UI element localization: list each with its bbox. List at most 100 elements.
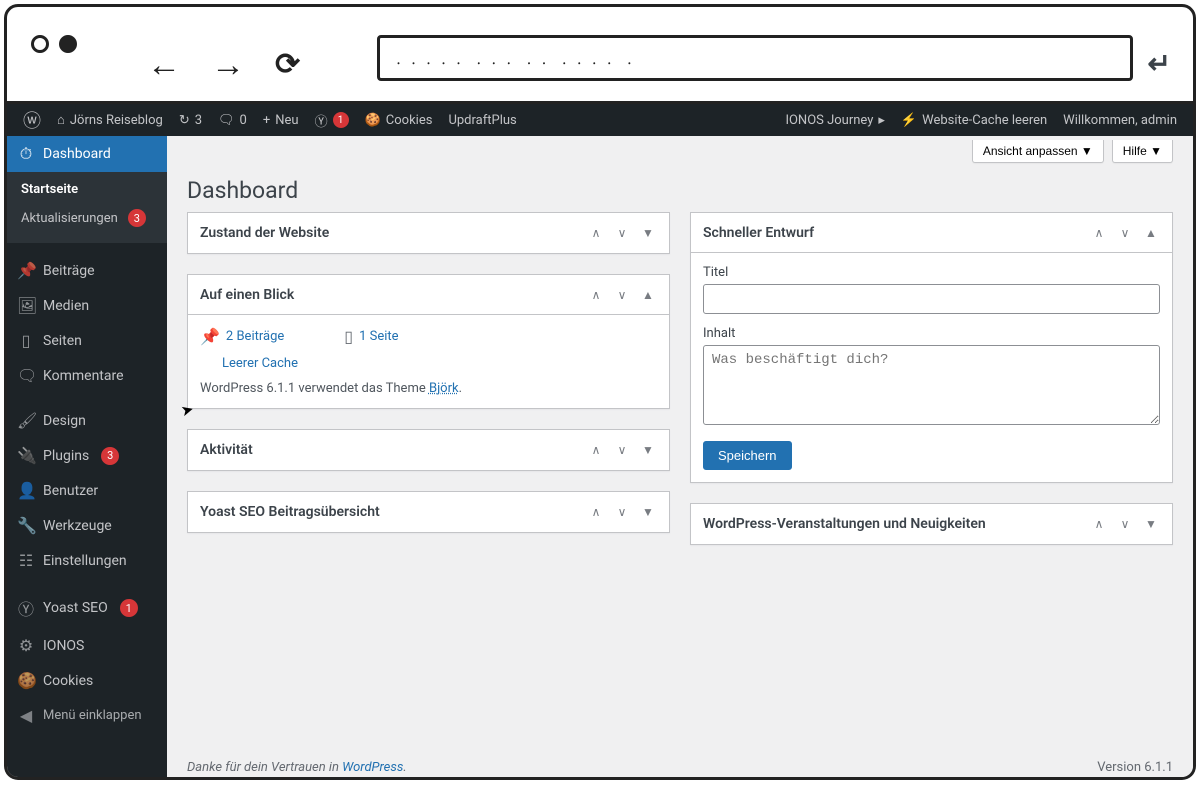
- sidebar-subitem-startseite[interactable]: Startseite: [7, 176, 167, 203]
- toggle-icon[interactable]: ▲: [639, 288, 657, 302]
- ionos-journey-link[interactable]: IONOS Journey ▸: [777, 104, 892, 136]
- back-arrow-icon[interactable]: ←: [147, 48, 181, 82]
- move-down-icon[interactable]: ∨: [1116, 226, 1134, 240]
- cache-clear-link[interactable]: ⚡ Website-Cache leeren: [893, 104, 1055, 136]
- sidebar-item-einstellungen[interactable]: ☷ Einstellungen: [7, 543, 167, 578]
- gear-icon: ⚙: [17, 636, 35, 655]
- brush-icon: 🖌: [17, 411, 35, 430]
- draft-content-textarea[interactable]: [703, 345, 1160, 425]
- media-icon: 🖼: [17, 296, 35, 315]
- move-up-icon[interactable]: ∧: [1090, 226, 1108, 240]
- url-bar[interactable]: ﹒﹒﹒﹒﹒ ﹒﹒﹒ ﹒﹒ ﹒﹒﹒﹒ ﹒: [377, 35, 1133, 81]
- updraft-label: UpdraftPlus: [448, 113, 516, 128]
- toggle-icon[interactable]: ▼: [639, 505, 657, 519]
- toggle-icon[interactable]: ▼: [639, 443, 657, 457]
- move-up-icon[interactable]: ∧: [587, 288, 605, 302]
- collapse-menu[interactable]: ◀ Menü einklappen: [7, 698, 167, 733]
- empty-cache-link[interactable]: Leerer Cache: [222, 356, 657, 371]
- updraft-adminbar[interactable]: UpdraftPlus: [440, 104, 524, 136]
- reload-icon[interactable]: ⟳: [275, 47, 300, 82]
- sidebar-item-dashboard[interactable]: ⏱ Dashboard: [7, 136, 167, 172]
- sidebar-item-cookies[interactable]: 🍪 Cookies: [7, 663, 167, 698]
- welcome-label: Willkommen, admin: [1063, 113, 1177, 128]
- comments-link[interactable]: 🗨 0: [210, 104, 255, 136]
- glance-pages-label: 1 Seite: [359, 329, 398, 344]
- sidebar-item-design[interactable]: 🖌 Design: [7, 403, 167, 438]
- sidebar-item-ionos[interactable]: ⚙ IONOS: [7, 628, 167, 663]
- sidebar-item-label: Beiträge: [43, 263, 95, 279]
- postbox-activity: Aktivität ∧ ∨ ▼: [187, 429, 670, 471]
- toggle-icon[interactable]: ▼: [639, 226, 657, 240]
- window-dot[interactable]: [59, 35, 77, 53]
- page-title: Dashboard: [187, 163, 1173, 212]
- enter-icon[interactable]: ↵: [1148, 47, 1171, 80]
- collapse-label: Menü einklappen: [43, 708, 142, 723]
- updates-link[interactable]: ↻ 3: [171, 104, 210, 136]
- sidebar-item-medien[interactable]: 🖼 Medien: [7, 288, 167, 323]
- toggle-icon[interactable]: ▼: [1142, 517, 1160, 531]
- browser-chrome: ← → ⟳ ﹒﹒﹒﹒﹒ ﹒﹒﹒ ﹒﹒ ﹒﹒﹒﹒ ﹒ ↵: [4, 4, 1196, 104]
- glance-text: WordPress 6.1.1 verwendet das Theme: [200, 381, 429, 396]
- cookie-icon: 🍪: [17, 671, 35, 690]
- glance-pages-link[interactable]: ▯ 1 Seite: [344, 327, 398, 346]
- yoast-icon: Ⓨ: [315, 111, 328, 130]
- comments-count: 0: [240, 113, 247, 128]
- sidebar-item-plugins[interactable]: 🔌 Plugins 3: [7, 438, 167, 473]
- move-up-icon[interactable]: ∧: [587, 443, 605, 457]
- postbox-site-health: Zustand der Website ∧ ∨ ▼: [187, 212, 670, 254]
- move-down-icon[interactable]: ∨: [613, 505, 631, 519]
- postbox-title: Aktivität: [200, 442, 253, 458]
- glance-posts-link[interactable]: 📌 2 Beiträge: [200, 327, 284, 346]
- site-name-link[interactable]: ⌂ Jörns Reiseblog: [49, 104, 171, 136]
- yoast-adminbar[interactable]: Ⓨ 1: [307, 104, 357, 136]
- caret-right-icon: ▸: [878, 113, 885, 128]
- sidebar-item-label: Startseite: [21, 182, 78, 197]
- dashboard-icon: ⏱: [17, 144, 35, 164]
- footer-text: .: [403, 760, 406, 775]
- move-up-icon[interactable]: ∧: [1090, 517, 1108, 531]
- sidebar-item-werkzeuge[interactable]: 🔧 Werkzeuge: [7, 508, 167, 543]
- move-up-icon[interactable]: ∧: [587, 226, 605, 240]
- help-button[interactable]: Hilfe ▼: [1112, 140, 1173, 163]
- ionos-journey-label: IONOS Journey: [785, 113, 873, 128]
- save-draft-button[interactable]: Speichern: [703, 441, 792, 470]
- draft-title-input[interactable]: [703, 284, 1160, 314]
- plugin-icon: 🔌: [17, 446, 35, 465]
- sidebar-item-label: Kommentare: [43, 368, 124, 384]
- welcome-link[interactable]: Willkommen, admin: [1055, 104, 1185, 136]
- updates-count: 3: [195, 113, 202, 128]
- sidebar-subitem-aktualisierungen[interactable]: Aktualisierungen 3: [7, 203, 167, 233]
- new-link[interactable]: + Neu: [255, 104, 307, 136]
- user-icon: 👤: [17, 481, 35, 500]
- move-up-icon[interactable]: ∧: [587, 505, 605, 519]
- sidebar-item-label: Seiten: [43, 333, 82, 349]
- forward-arrow-icon[interactable]: →: [211, 48, 245, 82]
- sidebar-item-beitraege[interactable]: 📌 Beiträge: [7, 253, 167, 288]
- save-label: Speichern: [718, 448, 777, 463]
- sidebar-item-kommentare[interactable]: 🗨 Kommentare: [7, 358, 167, 393]
- move-down-icon[interactable]: ∨: [1116, 517, 1134, 531]
- content-label: Inhalt: [703, 326, 1160, 341]
- sidebar-item-label: Cookies: [43, 673, 93, 689]
- screen-options-button[interactable]: Ansicht anpassen ▼: [972, 140, 1104, 163]
- move-down-icon[interactable]: ∨: [613, 443, 631, 457]
- theme-link[interactable]: Björk: [429, 381, 459, 396]
- postbox-title: WordPress-Veranstaltungen und Neuigkeite…: [703, 516, 986, 532]
- move-down-icon[interactable]: ∨: [613, 288, 631, 302]
- move-down-icon[interactable]: ∨: [613, 226, 631, 240]
- toggle-icon[interactable]: ▲: [1142, 226, 1160, 240]
- yoast-icon: Ⓨ: [17, 596, 35, 620]
- postbox-quick-draft: Schneller Entwurf ∧ ∨ ▲ Titel: [690, 212, 1173, 483]
- wordpress-link[interactable]: WordPress: [342, 760, 403, 775]
- sidebar-item-seiten[interactable]: ▯ Seiten: [7, 323, 167, 358]
- plus-icon: +: [263, 113, 270, 128]
- refresh-icon: ↻: [179, 113, 190, 128]
- sidebar-item-yoast[interactable]: Ⓨ Yoast SEO 1: [7, 588, 167, 628]
- footer-text: Danke für dein Vertrauen in: [187, 760, 342, 775]
- cookies-adminbar[interactable]: 🍪 Cookies: [357, 104, 441, 136]
- glance-text: .: [459, 381, 462, 396]
- sidebar-item-benutzer[interactable]: 👤 Benutzer: [7, 473, 167, 508]
- sidebar-item-label: Medien: [43, 298, 89, 314]
- wp-logo[interactable]: ⓦ: [15, 104, 49, 136]
- window-dot[interactable]: [31, 35, 49, 53]
